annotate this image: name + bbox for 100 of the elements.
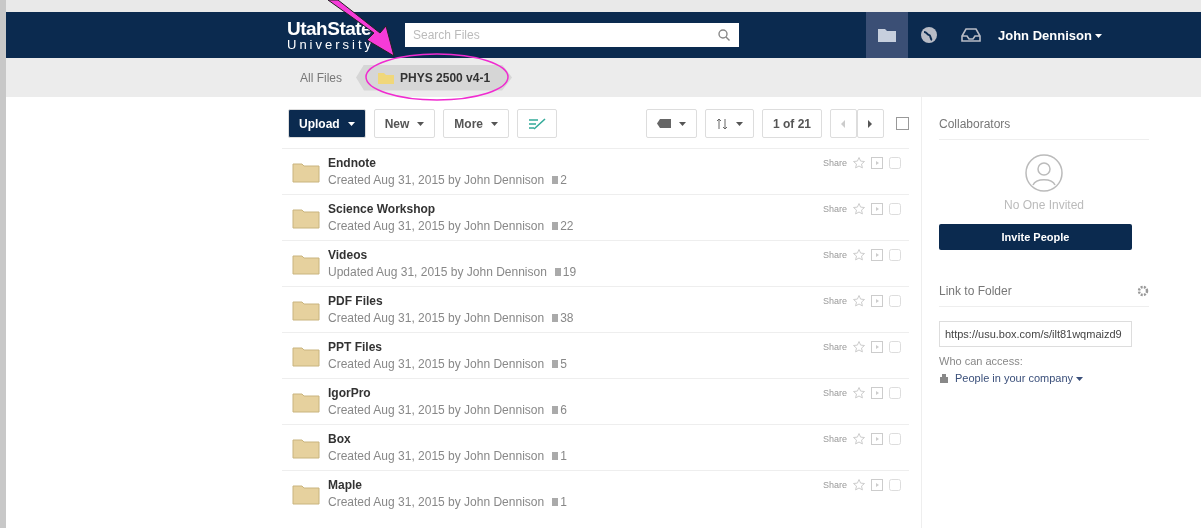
file-icon xyxy=(552,314,559,322)
file-icon xyxy=(552,498,559,506)
upload-button[interactable]: Upload xyxy=(288,109,366,138)
preview-icon[interactable] xyxy=(871,341,883,353)
file-count: 1 xyxy=(552,495,567,509)
star-icon[interactable] xyxy=(853,341,865,353)
folder-icon xyxy=(292,160,320,183)
section-title: Collaborators xyxy=(939,117,1011,131)
preview-icon[interactable] xyxy=(871,295,883,307)
tag-icon xyxy=(657,119,671,128)
preview-icon[interactable] xyxy=(871,203,883,215)
folder-meta: Created Aug 31, 2015 by John Dennison xyxy=(328,403,545,417)
star-icon[interactable] xyxy=(853,203,865,215)
folder-meta: Created Aug 31, 2015 by John Dennison xyxy=(328,495,545,509)
new-button[interactable]: New xyxy=(373,109,436,138)
file-count: 1 xyxy=(552,449,567,463)
person-icon xyxy=(1025,154,1063,192)
file-count: 19 xyxy=(554,265,577,279)
star-icon[interactable] xyxy=(853,249,865,261)
section-title: Link to Folder xyxy=(939,284,1012,298)
folder-name[interactable]: IgorPro xyxy=(328,386,823,400)
edit-button[interactable] xyxy=(517,109,558,138)
logo-subtext: University xyxy=(287,38,376,51)
folder-name[interactable]: Videos xyxy=(328,248,823,262)
checkbox-icon[interactable] xyxy=(889,433,901,445)
next-button[interactable] xyxy=(857,109,884,138)
preview-icon[interactable] xyxy=(871,433,883,445)
logo-text: UtahState xyxy=(287,19,373,38)
breadcrumb[interactable]: PHYS 2500 v4-1 xyxy=(356,64,513,91)
user-menu[interactable]: John Dennison xyxy=(998,27,1102,43)
caret-icon xyxy=(491,121,499,126)
folder-icon xyxy=(378,71,394,84)
nav-tab[interactable] xyxy=(866,12,908,58)
chevron-right-icon xyxy=(868,119,873,128)
search-field[interactable]: Search Files xyxy=(405,23,739,47)
star-icon[interactable] xyxy=(853,387,865,399)
previous-button[interactable] xyxy=(830,109,857,138)
checkbox-icon[interactable] xyxy=(889,479,901,491)
more-button[interactable]: More xyxy=(443,109,510,138)
checkbox-icon[interactable] xyxy=(889,341,901,353)
preview-icon[interactable] xyxy=(871,157,883,169)
pen-icon xyxy=(528,116,547,131)
folder-name[interactable]: PPT Files xyxy=(328,340,823,354)
chevron-left-icon xyxy=(841,119,846,128)
invite-button[interactable]: Invite People xyxy=(939,224,1132,250)
folder-meta: Created Aug 31, 2015 by John Dennison xyxy=(328,311,545,325)
caret-icon xyxy=(736,121,743,126)
page-indicator[interactable]: 1 of 21 xyxy=(762,109,822,138)
checkbox-icon[interactable] xyxy=(889,295,901,307)
caret-icon xyxy=(417,121,425,126)
breadcrumb[interactable]: All Files xyxy=(300,64,342,91)
caret-icon xyxy=(679,121,686,126)
caret-icon xyxy=(1076,377,1083,382)
file-icon xyxy=(552,452,559,460)
folder-meta: Created Aug 31, 2015 by John Dennison xyxy=(328,357,545,371)
folder-meta: Created Aug 31, 2015 by John Dennison xyxy=(328,449,545,463)
select-all-checkbox[interactable] xyxy=(896,117,909,130)
access-label: Who can access: xyxy=(939,355,1024,367)
caret-icon xyxy=(1094,34,1102,39)
star-icon[interactable] xyxy=(853,433,865,445)
checkbox-icon[interactable] xyxy=(889,249,901,261)
link-field[interactable]: https://usu.box.com/s/ilt81wqmaizd9 xyxy=(939,321,1132,347)
inbox-icon[interactable] xyxy=(961,28,981,42)
star-icon[interactable] xyxy=(853,295,865,307)
access-dropdown[interactable]: People in your company xyxy=(955,372,1083,384)
folder-icon[interactable] xyxy=(878,28,896,42)
empty-message: No One Invited xyxy=(1003,198,1084,212)
folder-icon xyxy=(292,390,320,413)
folder-icon xyxy=(292,206,320,229)
folder-name[interactable]: Endnote xyxy=(328,156,823,170)
folder-meta: Updated Aug 31, 2015 by John Dennison xyxy=(328,265,547,279)
file-count: 22 xyxy=(552,219,574,233)
folder-icon xyxy=(292,252,320,275)
caret-icon xyxy=(347,121,355,126)
file-icon xyxy=(552,360,559,368)
folder-icon xyxy=(292,344,320,367)
folder-name[interactable]: Science Workshop xyxy=(328,202,823,216)
preview-icon[interactable] xyxy=(871,479,883,491)
folder-icon xyxy=(292,436,320,459)
star-icon[interactable] xyxy=(853,157,865,169)
sort-button[interactable] xyxy=(705,109,754,138)
file-icon xyxy=(552,406,559,414)
folder-name[interactable]: PDF Files xyxy=(328,294,823,308)
sort-icon xyxy=(716,117,728,130)
checkbox-icon[interactable] xyxy=(889,203,901,215)
checkbox-icon[interactable] xyxy=(889,157,901,169)
file-icon xyxy=(552,176,559,184)
tag-button[interactable] xyxy=(646,109,697,138)
folder-name[interactable]: Maple xyxy=(328,478,823,492)
file-count: 38 xyxy=(552,311,574,325)
star-icon[interactable] xyxy=(853,479,865,491)
file-icon xyxy=(552,222,559,230)
checkbox-icon[interactable] xyxy=(889,387,901,399)
folder-name[interactable]: Box xyxy=(328,432,823,446)
preview-icon[interactable] xyxy=(871,249,883,261)
folder-icon xyxy=(292,298,320,321)
file-icon xyxy=(554,268,561,276)
building-icon xyxy=(939,373,949,383)
folder-meta: Created Aug 31, 2015 by John Dennison xyxy=(328,219,545,233)
preview-icon[interactable] xyxy=(871,387,883,399)
